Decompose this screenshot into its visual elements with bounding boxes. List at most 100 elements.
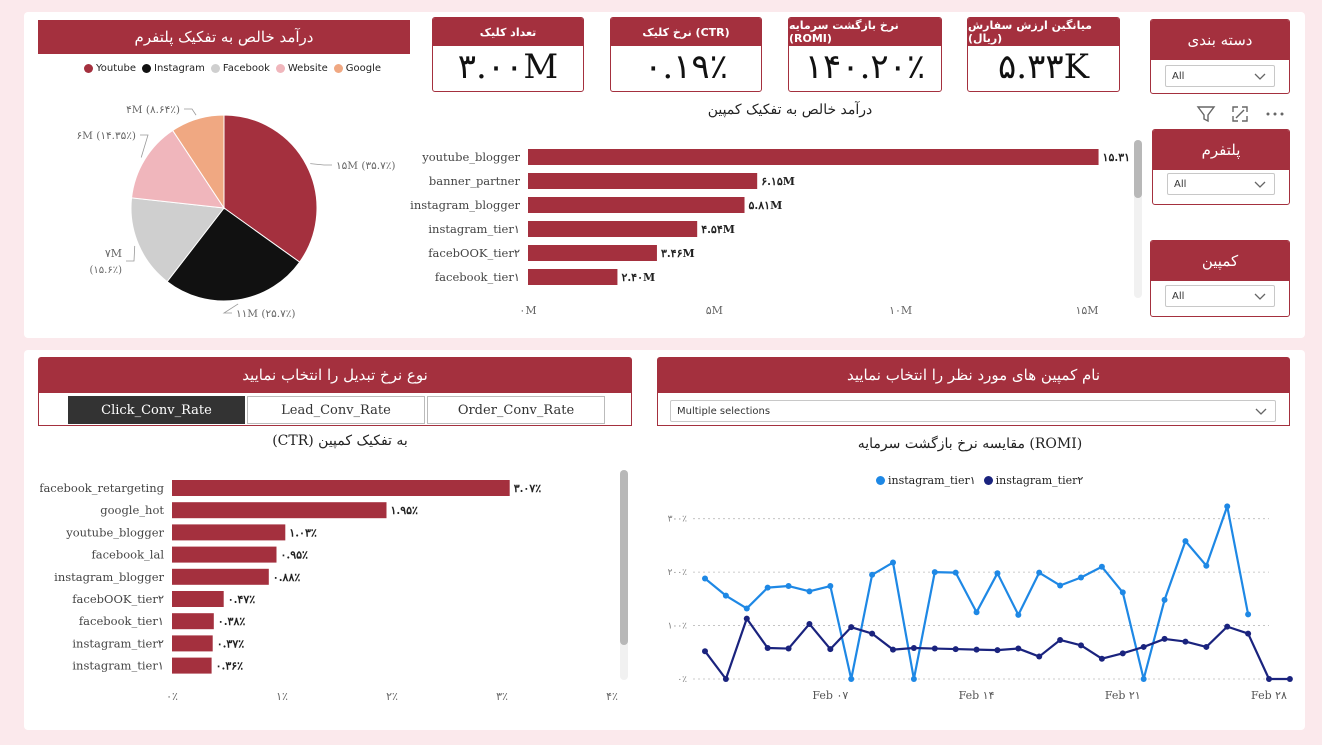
bar[interactable]	[528, 221, 698, 237]
bar[interactable]	[172, 635, 213, 652]
focus-mode-icon[interactable]	[1230, 104, 1250, 124]
romi-point[interactable]	[994, 647, 1001, 654]
romi-point[interactable]	[1036, 569, 1043, 576]
romi-point[interactable]	[910, 676, 917, 682]
romi-point[interactable]	[910, 645, 917, 652]
ctr-campaign-title: (CTR) به تفکیک کمپین	[272, 433, 408, 449]
romi-point[interactable]	[702, 575, 708, 582]
romi-point[interactable]	[952, 646, 959, 653]
romi-point[interactable]	[848, 676, 855, 682]
romi-series-line[interactable]	[704, 505, 1250, 681]
revenue-scrollbar-thumb[interactable]	[1134, 140, 1142, 198]
romi-point[interactable]	[743, 605, 750, 612]
bar[interactable]	[172, 657, 212, 674]
romi-point[interactable]	[1140, 676, 1147, 682]
romi-point[interactable]	[973, 609, 980, 616]
pie-legend-item[interactable]: Instagram	[142, 60, 205, 76]
order-conv-rate-button[interactable]: Order_Conv_Rate	[427, 396, 605, 424]
bar[interactable]	[172, 480, 510, 496]
romi-point[interactable]	[1098, 655, 1105, 662]
campaign-dropdown[interactable]: All	[1165, 285, 1275, 307]
romi-point[interactable]	[1203, 562, 1210, 569]
romi-point[interactable]	[785, 645, 792, 652]
romi-point[interactable]	[1224, 503, 1231, 510]
romi-point[interactable]	[722, 676, 729, 682]
romi-point[interactable]	[1266, 676, 1272, 682]
romi-point[interactable]	[764, 645, 771, 652]
romi-point[interactable]	[1078, 642, 1084, 649]
romi-point[interactable]	[848, 624, 855, 631]
romi-point[interactable]	[1140, 643, 1147, 650]
romi-point[interactable]	[869, 630, 876, 637]
romi-point[interactable]	[722, 592, 729, 599]
bar[interactable]	[528, 269, 618, 285]
bar[interactable]	[528, 197, 745, 213]
platform-slicer-title: پلتفرم	[1153, 130, 1289, 170]
romi-point[interactable]	[973, 646, 980, 653]
romi-point[interactable]	[1015, 611, 1022, 618]
more-options-icon[interactable]	[1264, 104, 1286, 124]
romi-point[interactable]	[1286, 676, 1293, 682]
romi-point[interactable]	[1182, 638, 1189, 645]
click-conv-rate-button[interactable]: Click_Conv_Rate	[68, 396, 245, 424]
ctr-scrollbar-thumb[interactable]	[620, 470, 628, 645]
bar-data-label: ۰.۳۷٪	[217, 637, 245, 650]
romi-point[interactable]	[764, 584, 771, 591]
romi-point[interactable]	[1036, 653, 1043, 660]
romi-point[interactable]	[827, 646, 834, 653]
romi-point[interactable]	[1098, 563, 1105, 570]
romi-point[interactable]	[1161, 635, 1168, 642]
romi-point[interactable]	[1057, 636, 1064, 643]
romi-point[interactable]	[931, 645, 938, 652]
romi-point[interactable]	[952, 569, 959, 576]
romi-point[interactable]	[1119, 589, 1126, 596]
romi-point[interactable]	[1245, 611, 1252, 618]
bar[interactable]	[172, 524, 286, 541]
platform-dropdown[interactable]: All	[1167, 173, 1275, 195]
romi-point[interactable]	[869, 571, 876, 578]
romi-point[interactable]	[1078, 574, 1084, 581]
bar-data-label: ۰.۳۸٪	[218, 615, 246, 628]
pie-legend-item[interactable]: Facebook	[210, 60, 270, 76]
pie-legend-label: Instagram	[154, 62, 205, 74]
romi-point[interactable]	[806, 620, 813, 627]
romi-point[interactable]	[1057, 582, 1064, 589]
romi-point[interactable]	[890, 646, 896, 653]
bar[interactable]	[172, 546, 277, 563]
bar[interactable]	[172, 591, 224, 607]
romi-point[interactable]	[994, 570, 1001, 577]
romi-point[interactable]	[1245, 630, 1252, 637]
romi-point[interactable]	[785, 583, 792, 590]
bar[interactable]	[528, 245, 657, 261]
romi-point[interactable]	[1224, 623, 1231, 630]
revenue-scrollbar[interactable]	[1134, 140, 1142, 298]
pie-legend-item[interactable]: Youtube	[84, 60, 136, 76]
pie-legend-item[interactable]: Website	[275, 60, 328, 76]
lead-conv-rate-button[interactable]: Lead_Conv_Rate	[247, 396, 425, 424]
category-dropdown[interactable]: All	[1165, 65, 1275, 87]
romi-point[interactable]	[1119, 650, 1126, 657]
romi-point[interactable]	[806, 588, 813, 595]
bar[interactable]	[528, 173, 758, 189]
ctr-scrollbar[interactable]	[620, 470, 628, 680]
bar[interactable]	[528, 149, 1099, 165]
campaign-multiselect[interactable]: Multiple selections	[670, 400, 1276, 422]
romi-point[interactable]	[1203, 643, 1210, 650]
romi-point[interactable]	[931, 569, 938, 576]
filter-icon[interactable]	[1196, 104, 1216, 124]
pie-leader-line	[310, 163, 332, 166]
romi-point[interactable]	[702, 648, 708, 655]
romi-legend-item[interactable]: instagram_tier۱	[876, 472, 976, 488]
romi-legend-item[interactable]: instagram_tier۲	[983, 472, 1083, 488]
romi-point[interactable]	[827, 583, 834, 590]
romi-point[interactable]	[1015, 645, 1022, 652]
bar[interactable]	[172, 568, 269, 585]
romi-point[interactable]	[890, 559, 896, 566]
romi-point[interactable]	[743, 615, 750, 622]
romi-point[interactable]	[1161, 596, 1168, 603]
romi-point[interactable]	[1182, 538, 1189, 545]
bar[interactable]	[172, 613, 214, 630]
pie-legend-item[interactable]: Google	[333, 60, 381, 76]
campaign-select-header-label: نام کمپین های مورد نظر را انتخاب نمایید	[846, 366, 1101, 384]
bar[interactable]	[172, 502, 387, 519]
